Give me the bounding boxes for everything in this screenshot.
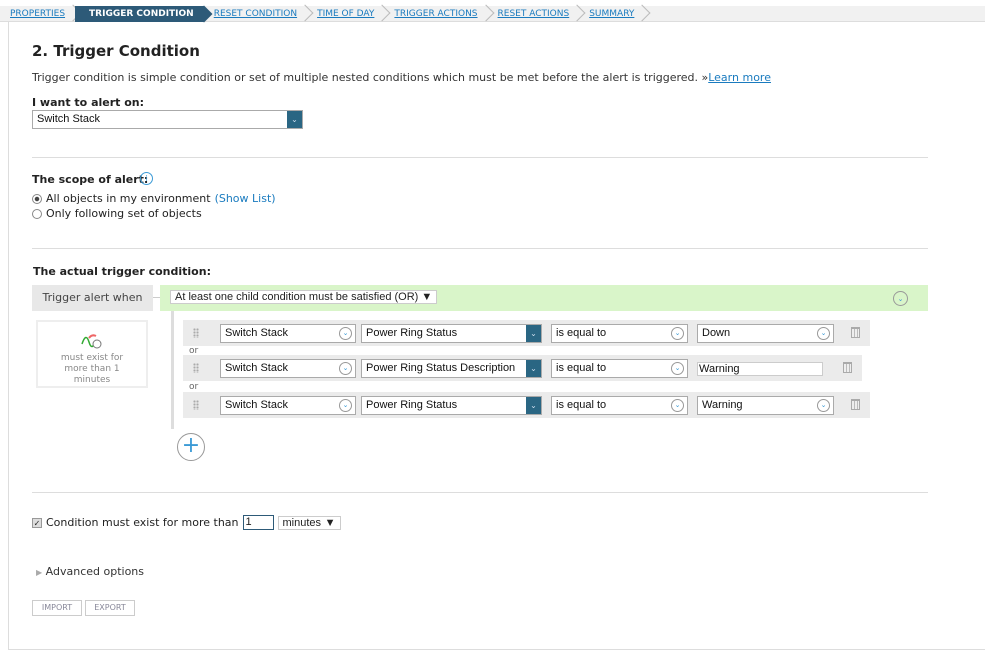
drag-handle-icon[interactable] — [193, 328, 199, 338]
trigger-label: The actual trigger condition: — [33, 265, 211, 278]
crumb-reset-actions[interactable]: RESET ACTIONS — [488, 6, 580, 22]
property-value: Power Ring Status — [366, 399, 458, 411]
or-label: or — [189, 382, 199, 392]
import-button[interactable]: IMPORT — [32, 600, 82, 616]
chevron-down-icon: ⌄ — [671, 327, 684, 340]
condition-row: Switch Stack ⌄ Power Ring Status Descript… — [183, 355, 862, 381]
chevron-down-icon: ⌄ — [671, 362, 684, 375]
chevron-down-icon: ⌄ — [817, 399, 830, 412]
chevron-down-icon: ⌄ — [339, 362, 352, 375]
divider — [32, 492, 928, 493]
show-list-link[interactable]: (Show List) — [215, 192, 276, 205]
trash-icon[interactable] — [851, 399, 860, 410]
collapse-group-icon[interactable]: ⌄ — [893, 291, 908, 306]
scope-label: The scope of alert: — [32, 173, 149, 186]
info-icon[interactable]: i — [140, 172, 153, 185]
value-value: Warning — [702, 399, 743, 411]
scope-option-label: All objects in my environment — [46, 192, 211, 205]
duration-summary-text: must exist for more than 1 minutes — [60, 353, 124, 385]
duration-row: ✓ Condition must exist for more than 1 m… — [32, 515, 341, 530]
property-select[interactable]: Power Ring Status ⌄ — [361, 396, 542, 415]
wizard-breadcrumb: PROPERTIES TRIGGER CONDITION RESET CONDI… — [0, 5, 985, 22]
condition-group-header: At least one child condition must be sat… — [160, 285, 928, 311]
export-button[interactable]: EXPORT — [85, 600, 135, 616]
scope-option-following[interactable]: Only following set of objects — [32, 207, 202, 220]
operator-select[interactable]: is equal to ⌄ — [551, 359, 688, 378]
scope-option-all[interactable]: All objects in my environment (Show List) — [32, 192, 276, 205]
scope-option-label: Only following set of objects — [46, 207, 202, 220]
radio-checked[interactable] — [32, 193, 42, 204]
property-value: Power Ring Status — [366, 327, 458, 339]
logic-value: At least one child condition must be sat… — [175, 291, 419, 303]
tree-line — [171, 311, 174, 429]
crumb-trigger-actions[interactable]: TRIGGER ACTIONS — [384, 6, 487, 22]
connector — [153, 297, 160, 298]
duration-summary-card: must exist for more than 1 minutes — [36, 320, 148, 388]
object-value: Switch Stack — [225, 327, 288, 339]
object-select[interactable]: Switch Stack ⌄ — [220, 359, 356, 378]
property-value: Power Ring Status Description — [366, 362, 516, 374]
sustained-condition-icon — [81, 334, 102, 349]
advanced-options-label: Advanced options — [45, 565, 145, 578]
alert-on-value: Switch Stack — [37, 113, 100, 125]
condition-row: Switch Stack ⌄ Power Ring Status ⌄ is equa… — [183, 392, 870, 418]
alert-on-select[interactable]: Switch Stack ⌄ — [32, 110, 303, 129]
chevron-down-icon: ⌄ — [526, 325, 541, 342]
duration-checkbox[interactable]: ✓ — [32, 517, 42, 528]
operator-value: is equal to — [556, 362, 607, 374]
trash-icon[interactable] — [843, 362, 852, 373]
description-text: Trigger condition is simple condition or… — [32, 71, 709, 84]
logic-select[interactable]: At least one child condition must be sat… — [170, 290, 438, 304]
caret-right-icon: ▶ — [36, 568, 43, 577]
value-value: Down — [702, 327, 731, 339]
operator-select[interactable]: is equal to ⌄ — [551, 396, 688, 415]
trigger-when-label: Trigger alert when — [32, 285, 153, 311]
operator-value: is equal to — [556, 327, 607, 339]
crumb-reset-condition[interactable]: RESET CONDITION — [204, 6, 307, 22]
value-select[interactable]: Warning ⌄ — [697, 396, 834, 415]
chevron-down-icon: ⌄ — [339, 327, 352, 340]
crumb-summary[interactable]: SUMMARY — [579, 6, 644, 22]
value-select[interactable]: Down ⌄ — [697, 324, 834, 343]
trash-icon[interactable] — [851, 327, 860, 338]
chevron-down-icon: ⌄ — [671, 399, 684, 412]
drag-handle-icon[interactable] — [193, 363, 199, 373]
operator-value: is equal to — [556, 399, 607, 411]
crumb-properties[interactable]: PROPERTIES — [0, 6, 75, 22]
page-title: 2. Trigger Condition — [32, 42, 200, 60]
chevron-down-icon: ⌄ — [526, 360, 541, 377]
property-select[interactable]: Power Ring Status ⌄ — [361, 324, 542, 343]
operator-select[interactable]: is equal to ⌄ — [551, 324, 688, 343]
crumb-time-of-day[interactable]: TIME OF DAY — [307, 6, 384, 22]
divider — [32, 157, 928, 158]
dropdown-arrow-icon: ▼ — [421, 291, 433, 303]
condition-row: Switch Stack ⌄ Power Ring Status ⌄ is equa… — [183, 320, 870, 346]
object-select[interactable]: Switch Stack ⌄ — [220, 324, 356, 343]
duration-input[interactable]: 1 — [242, 515, 274, 530]
advanced-options-toggle[interactable]: ▶ Advanced options — [36, 565, 144, 578]
alert-on-label: I want to alert on: — [32, 96, 145, 109]
value-input[interactable]: Warning — [697, 362, 823, 376]
chevron-down-icon: ⌄ — [287, 111, 302, 128]
property-select[interactable]: Power Ring Status Description ⌄ — [361, 359, 542, 378]
drag-handle-icon[interactable] — [193, 400, 199, 410]
duration-unit-select[interactable]: minutes ▼ — [277, 515, 341, 530]
duration-label: Condition must exist for more than — [46, 516, 239, 529]
chevron-down-icon: ⌄ — [339, 399, 352, 412]
object-select[interactable]: Switch Stack ⌄ — [220, 396, 356, 415]
divider — [32, 248, 928, 249]
radio-unchecked[interactable] — [32, 208, 42, 219]
learn-more-link[interactable]: Learn more — [708, 71, 771, 84]
unit-value: minutes — [282, 516, 322, 529]
crumb-trigger-condition[interactable]: TRIGGER CONDITION — [75, 5, 204, 22]
dropdown-arrow-icon: ▼ — [324, 516, 336, 529]
add-condition-button[interactable]: + — [177, 433, 205, 461]
object-value: Switch Stack — [225, 399, 288, 411]
chevron-down-icon: ⌄ — [526, 397, 541, 414]
chevron-down-icon: ⌄ — [817, 327, 830, 340]
page-description: Trigger condition is simple condition or… — [32, 71, 771, 84]
value-value: Warning — [699, 363, 740, 375]
object-value: Switch Stack — [225, 362, 288, 374]
